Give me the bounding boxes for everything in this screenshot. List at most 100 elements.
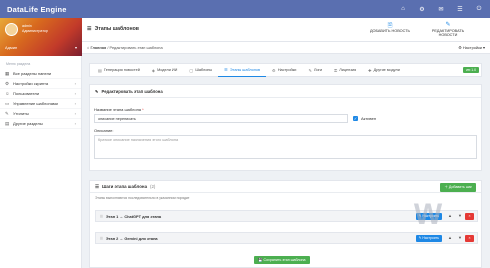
edit-panel-header: ✎ Редактировать этап шаблона [90, 85, 481, 98]
add-step-label: Добавить шаг [448, 185, 472, 189]
drag-handle-icon[interactable]: ⠿ [100, 236, 103, 241]
user-role[interactable]: Админ [5, 45, 17, 50]
chevron-right-icon: › [74, 101, 76, 106]
tab-label: Модели ИИ [157, 68, 178, 72]
tab-logs[interactable]: ✎ Логи [302, 63, 328, 77]
user-status: Администратор [22, 29, 48, 33]
add-news-button[interactable]: 🗎 ДОБАВИТЬ НОВОСТЬ [364, 21, 416, 33]
edit-panel-title: Редактировать этап шаблона [101, 88, 163, 94]
sidebar-item-label: Утилиты [13, 111, 29, 116]
doc-icon: ▤ [98, 67, 102, 73]
delete-step-button[interactable]: × [465, 213, 474, 220]
sidebar-item-label: Все разделы панели [13, 71, 52, 76]
grid2-icon: ▤ [5, 120, 10, 126]
sidebar-item-users[interactable]: ☺ Пользователи › [0, 89, 81, 99]
user-login: admin [22, 24, 32, 28]
page-title-text: Этапы шаблонов [94, 26, 139, 32]
tab-label: Этапы шаблонов [229, 67, 261, 72]
tab-label: Лицензия [339, 68, 357, 72]
edit-icon: ✎ [95, 88, 99, 94]
active-checkbox[interactable]: ✓ [353, 116, 358, 121]
grid-icon: ▦ [5, 70, 10, 76]
tab-other-modules[interactable]: ✚ Другие модули [362, 63, 406, 77]
tab-label: Логи [313, 68, 323, 72]
sidebar-item-label: Пользователи [13, 91, 40, 96]
sidebar-item-other[interactable]: ▤ Другие разделы › [0, 119, 81, 129]
gear-icon: ⚙ [272, 67, 276, 73]
tab-models[interactable]: ◈ Модели ИИ [146, 63, 184, 77]
tab-label: Настройки [277, 68, 297, 72]
sidebar-item-label: Управление шаблонами [13, 101, 58, 106]
sidebar-item-all[interactable]: ▦ Все разделы панели [0, 69, 81, 79]
watermark-logo: W [413, 198, 443, 231]
step-name: Этап 2 → Gemini для этапа [105, 235, 158, 241]
doc-add-icon: 🗎 [387, 23, 393, 29]
chevron-right-icon: › [74, 91, 76, 96]
drag-handle-icon[interactable]: ⠿ [100, 214, 103, 219]
sidebar-heading: Меню раздела [6, 62, 31, 66]
settings-icon[interactable]: ☰ [456, 6, 464, 13]
sidebar-item-label: Другие разделы [13, 121, 43, 126]
sidebar-item-settings[interactable]: ⚙ Настройки скрипта › [0, 79, 81, 89]
edit-step-panel: ✎ Редактировать этап шаблона Название эт… [89, 84, 482, 171]
sidebar-item-templates[interactable]: ▭ Управление шаблонами › [0, 99, 81, 109]
steps-count: (2) [150, 184, 156, 189]
sidebar-item-label: Настройки скрипта [13, 81, 49, 86]
monitor-icon: ▭ [5, 100, 10, 106]
step-name: Этап 1 → ChatGPT для этапа [105, 213, 162, 219]
breadcrumb: ⌂ Главная / Редактировать этап шаблона ⚙… [82, 42, 490, 54]
tab-settings[interactable]: ⚙ Настройки [266, 63, 302, 77]
chevron-right-icon: › [74, 111, 76, 116]
module-tabs: ▤ Генерация новостей ◈ Модели ИИ ▢ Шаблоны … [89, 63, 482, 77]
bell-icon[interactable]: ✉ [437, 6, 445, 13]
gear-icon: ⚙ [5, 80, 10, 86]
logout-icon[interactable]: ⏻ [475, 6, 483, 13]
name-label-text: Название этапа шаблона [94, 107, 142, 112]
list-icon: ☰ [95, 183, 99, 189]
edit-news-label: РЕДАКТИРОВАТЬ НОВОСТИ [431, 29, 465, 37]
menu-icon[interactable]: ☰ [87, 26, 92, 32]
breadcrumb-current: Редактировать этап шаблона [109, 45, 163, 50]
key-icon: ⚿ [334, 67, 338, 73]
user-card: admin Администратор Админ ▾ [0, 18, 82, 56]
app-logo[interactable]: DataLife Engine [7, 5, 67, 14]
tab-license[interactable]: ⚿ Лицензия [328, 63, 362, 77]
settings-label: Настройки [462, 45, 482, 50]
step-name-input[interactable]: описание переписать [94, 114, 348, 123]
save-label: Сохранить этап шаблона [263, 258, 306, 262]
avatar[interactable] [5, 23, 18, 36]
save-step-button[interactable]: 💾 Сохранить этап шаблона [254, 256, 310, 264]
tab-label: Шаблоны [195, 68, 213, 72]
tab-template-steps[interactable]: ☰ Этапы шаблонов [218, 63, 267, 77]
description-textarea[interactable]: Краткое описание назначения этого шаблон… [94, 135, 477, 159]
chevron-right-icon: › [74, 121, 76, 126]
delete-step-button[interactable]: × [465, 235, 474, 242]
cube-icon: ◈ [151, 67, 156, 73]
steps-icon: ☰ [224, 67, 228, 72]
description-label: Описание: [94, 128, 114, 133]
add-news-label: ДОБАВИТЬ НОВОСТЬ [369, 29, 411, 33]
steps-panel-title: Шаги этапа шаблона [101, 184, 148, 189]
tab-generation[interactable]: ▤ Генерация новостей [92, 63, 146, 77]
sitemap-icon[interactable]: ⚙ [418, 6, 426, 13]
arrow-down-icon[interactable]: ▼ [458, 235, 462, 240]
sidebar: Меню раздела ▦ Все разделы панели ⚙ Наст… [0, 56, 82, 268]
required-mark: * [142, 107, 144, 112]
active-label: Активен [361, 116, 377, 121]
wrench-icon: ✎ [5, 110, 9, 116]
breadcrumb-home[interactable]: Главная [90, 45, 106, 50]
name-label: Название этапа шаблона * [94, 107, 144, 112]
chevron-right-icon: › [74, 81, 76, 86]
file-icon: ▢ [189, 67, 194, 73]
breadcrumb-separator: / [107, 45, 109, 50]
user-name: admin Администратор [22, 24, 48, 34]
doc-edit-icon: ✎ [445, 22, 451, 28]
edit-news-button[interactable]: ✎ РЕДАКТИРОВАТЬ НОВОСТИ [422, 21, 474, 37]
sidebar-item-utilities[interactable]: ✎ Утилиты › [0, 109, 81, 119]
settings-dropdown[interactable]: ⚙ Настройки ▾ [458, 45, 485, 50]
top-icons: ⌂ ⚙ ✉ ☰ ⏻ [399, 6, 483, 13]
home-icon[interactable]: ⌂ [399, 6, 407, 12]
chevron-down-icon[interactable]: ▾ [75, 45, 77, 50]
users-icon: ☺ [5, 91, 10, 96]
tab-templates[interactable]: ▢ Шаблоны [183, 63, 218, 77]
